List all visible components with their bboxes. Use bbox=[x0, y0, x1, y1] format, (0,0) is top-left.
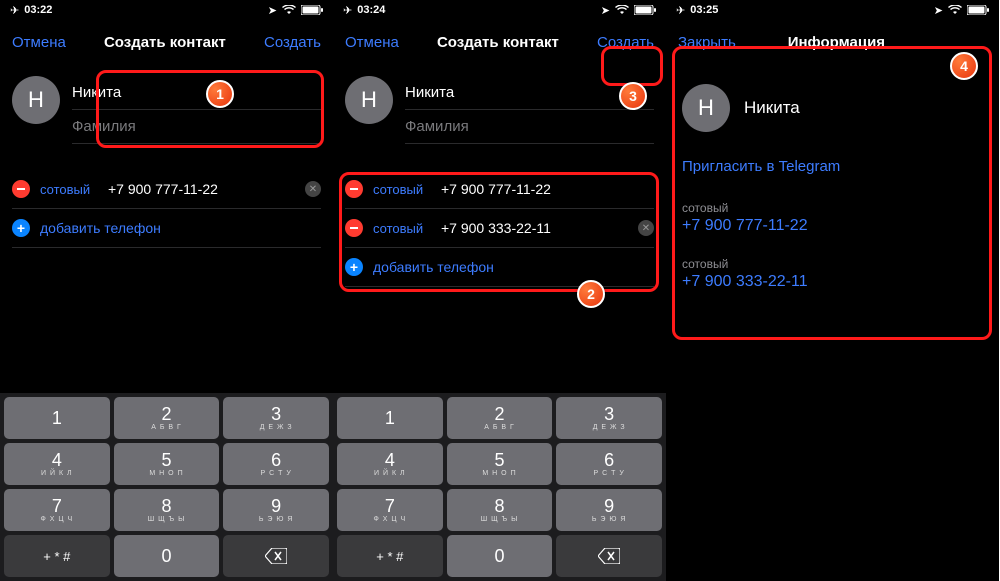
last-name-field[interactable]: Фамилия bbox=[405, 110, 654, 144]
nav-bar: Закрыть Информация bbox=[666, 20, 999, 64]
battery-icon bbox=[634, 5, 656, 15]
clear-icon[interactable]: ✕ bbox=[638, 220, 654, 236]
minus-icon[interactable] bbox=[345, 180, 363, 198]
key-2[interactable]: 2А Б В Г bbox=[447, 397, 553, 439]
add-phone-row[interactable]: добавить телефон bbox=[12, 209, 321, 248]
cancel-button[interactable]: Отмена bbox=[12, 34, 66, 51]
key-backspace[interactable] bbox=[223, 535, 329, 577]
airplane-icon: ✈ bbox=[343, 4, 352, 17]
phone-row[interactable]: сотовый +7 900 777-11-22 bbox=[345, 170, 654, 209]
battery-icon bbox=[967, 5, 989, 15]
phone-entry[interactable]: сотовый +7 900 333-22-11 bbox=[682, 249, 983, 305]
airplane-icon: ✈ bbox=[10, 4, 19, 17]
keypad: 12А Б В Г3Д Е Ж З 4И Й К Л5М Н О П6Р С Т … bbox=[0, 393, 333, 581]
key-8[interactable]: 8Ш Щ Ъ Ы bbox=[114, 489, 220, 531]
avatar: Н bbox=[682, 84, 730, 132]
phone-number[interactable]: +7 900 777-11-22 bbox=[682, 217, 983, 235]
add-phone-label: добавить телефон bbox=[40, 220, 161, 236]
nav-title: Информация bbox=[788, 34, 885, 51]
minus-icon[interactable] bbox=[12, 180, 30, 198]
key-4[interactable]: 4И Й К Л bbox=[4, 443, 110, 485]
phone-number[interactable]: +7 900 333-22-11 bbox=[682, 273, 983, 291]
contact-name: Никита bbox=[744, 98, 800, 118]
key-1[interactable]: 1 bbox=[337, 397, 443, 439]
phone-row[interactable]: сотовый +7 900 333-22-11 ✕ bbox=[345, 209, 654, 248]
add-phone-row[interactable]: добавить телефон bbox=[345, 248, 654, 287]
airplane-icon: ✈ bbox=[676, 4, 685, 17]
location-icon: ➤ bbox=[601, 4, 610, 17]
key-symbols[interactable]: + * # bbox=[337, 535, 443, 577]
plus-icon[interactable] bbox=[12, 219, 30, 237]
location-icon: ➤ bbox=[268, 4, 277, 17]
key-7[interactable]: 7Ф Х Ц Ч bbox=[337, 489, 443, 531]
invite-link[interactable]: Пригласить в Telegram bbox=[682, 150, 983, 193]
key-0[interactable]: 0 bbox=[114, 535, 220, 577]
wifi-icon bbox=[948, 5, 962, 15]
status-bar: ✈ 03:24 ➤ bbox=[333, 0, 666, 20]
key-4[interactable]: 4И Й К Л bbox=[337, 443, 443, 485]
phone-label: сотовый bbox=[682, 257, 983, 271]
status-time: 03:22 bbox=[24, 4, 52, 16]
phone-entry[interactable]: сотовый +7 900 777-11-22 bbox=[682, 193, 983, 249]
add-phone-label: добавить телефон bbox=[373, 259, 494, 275]
clear-icon[interactable]: ✕ bbox=[305, 181, 321, 197]
key-symbols[interactable]: + * # bbox=[4, 535, 110, 577]
step-badge: 2 bbox=[577, 280, 605, 308]
nav-title: Создать контакт bbox=[437, 34, 559, 51]
plus-icon[interactable] bbox=[345, 258, 363, 276]
keypad: 12А Б В Г3Д Е Ж З 4И Й К Л5М Н О П6Р С Т … bbox=[333, 393, 666, 581]
status-bar: ✈ 03:22 ➤ bbox=[0, 0, 333, 20]
phone-type[interactable]: сотовый bbox=[40, 182, 98, 197]
phone-type[interactable]: сотовый bbox=[373, 221, 431, 236]
last-name-field[interactable]: Фамилия bbox=[72, 110, 321, 144]
key-9[interactable]: 9Ь Э Ю Я bbox=[556, 489, 662, 531]
battery-icon bbox=[301, 5, 323, 15]
create-button[interactable]: Создать bbox=[597, 34, 654, 51]
step-badge: 3 bbox=[619, 82, 647, 110]
key-2[interactable]: 2А Б В Г bbox=[114, 397, 220, 439]
key-6[interactable]: 6Р С Т У bbox=[223, 443, 329, 485]
key-8[interactable]: 8Ш Щ Ъ Ы bbox=[447, 489, 553, 531]
screen-3: ✈ 03:25 ➤ Закрыть Информация Н Никита Пр… bbox=[666, 0, 999, 581]
key-5[interactable]: 5М Н О П bbox=[447, 443, 553, 485]
minus-icon[interactable] bbox=[345, 219, 363, 237]
close-button[interactable]: Закрыть bbox=[678, 34, 736, 51]
first-name-field[interactable]: Никита bbox=[72, 76, 321, 110]
key-5[interactable]: 5М Н О П bbox=[114, 443, 220, 485]
wifi-icon bbox=[282, 5, 296, 15]
avatar[interactable]: Н bbox=[12, 76, 60, 124]
cancel-button[interactable]: Отмена bbox=[345, 34, 399, 51]
screen-1: ✈ 03:22 ➤ Отмена Создать контакт Создать… bbox=[0, 0, 333, 581]
key-1[interactable]: 1 bbox=[4, 397, 110, 439]
key-6[interactable]: 6Р С Т У bbox=[556, 443, 662, 485]
create-button[interactable]: Создать bbox=[264, 34, 321, 51]
nav-bar: Отмена Создать контакт Создать bbox=[333, 20, 666, 64]
key-backspace[interactable] bbox=[556, 535, 662, 577]
step-badge: 4 bbox=[950, 52, 978, 80]
first-name-field[interactable]: Никита bbox=[405, 76, 654, 110]
key-9[interactable]: 9Ь Э Ю Я bbox=[223, 489, 329, 531]
phone-type[interactable]: сотовый bbox=[373, 182, 431, 197]
nav-bar: Отмена Создать контакт Создать bbox=[0, 20, 333, 64]
phone-number[interactable]: +7 900 777-11-22 bbox=[108, 181, 295, 197]
phone-row[interactable]: сотовый +7 900 777-11-22 ✕ bbox=[12, 170, 321, 209]
wifi-icon bbox=[615, 5, 629, 15]
key-3[interactable]: 3Д Е Ж З bbox=[556, 397, 662, 439]
phone-label: сотовый bbox=[682, 201, 983, 215]
key-7[interactable]: 7Ф Х Ц Ч bbox=[4, 489, 110, 531]
phone-number[interactable]: +7 900 333-22-11 bbox=[441, 220, 628, 236]
avatar[interactable]: Н bbox=[345, 76, 393, 124]
key-3[interactable]: 3Д Е Ж З bbox=[223, 397, 329, 439]
key-0[interactable]: 0 bbox=[447, 535, 553, 577]
phone-number[interactable]: +7 900 777-11-22 bbox=[441, 181, 654, 197]
status-bar: ✈ 03:25 ➤ bbox=[666, 0, 999, 20]
step-badge: 1 bbox=[206, 80, 234, 108]
nav-title: Создать контакт bbox=[104, 34, 226, 51]
status-time: 03:25 bbox=[690, 4, 718, 16]
screen-2: ✈ 03:24 ➤ Отмена Создать контакт Создать… bbox=[333, 0, 666, 581]
status-time: 03:24 bbox=[357, 4, 385, 16]
location-icon: ➤ bbox=[934, 4, 943, 17]
